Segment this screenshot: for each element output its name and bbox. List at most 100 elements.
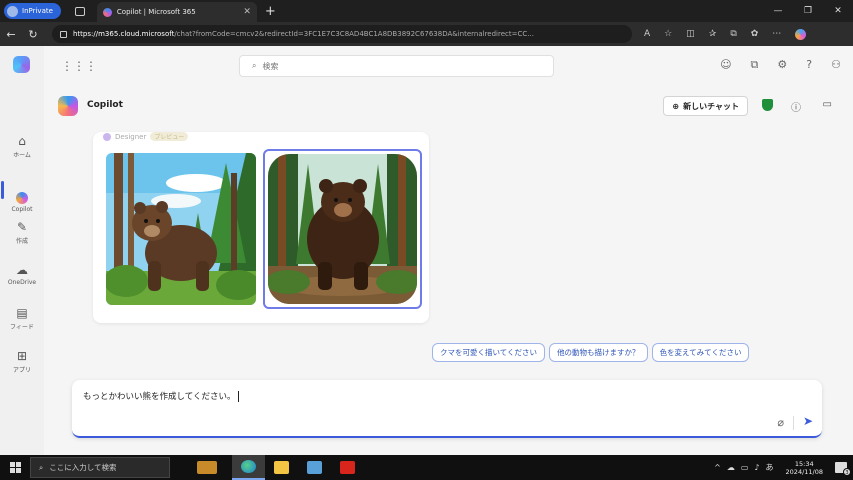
cloud-icon: ☁	[16, 263, 28, 277]
new-tab-button[interactable]: +	[265, 4, 276, 19]
rail-item-create[interactable]: ✎ 作成	[0, 220, 44, 245]
chat-header: Copilot ⊕ 新しいチャット ⓘ ▭	[44, 94, 853, 120]
volume-icon[interactable]: ♪	[754, 463, 759, 472]
left-rail: ⌂ ホーム ● Copilot ✎ 作成 ☁ OneDrive ▤ フィード ⊞…	[0, 46, 44, 455]
rail-item-home[interactable]: ⌂ ホーム	[0, 134, 44, 159]
panel-toggle-icon[interactable]: ▭	[823, 99, 832, 110]
rail-label-apps: アプリ	[12, 367, 31, 374]
rail-label-create: 作成	[15, 238, 28, 245]
image-response-card: Designer プレビュー	[93, 132, 429, 323]
new-chat-label: 新しいチャット	[683, 101, 739, 111]
favorites-icon[interactable]: ✰	[709, 29, 717, 40]
apps-grid-icon: ⊞	[16, 349, 28, 363]
search-box[interactable]: ⌕ 検索	[239, 55, 554, 77]
m365-logo-icon[interactable]	[13, 56, 30, 73]
address-bar-icons: A ☆ ◫ ✰ ⧉ ✿ ⋯	[644, 28, 807, 40]
chat-composer[interactable]: もっとかわいい熊を作成してください。 ⌀ ➤	[72, 380, 822, 438]
tab-close-icon[interactable]: ✕	[243, 7, 251, 17]
edge-copilot-icon[interactable]	[795, 28, 807, 40]
url-field[interactable]: https://m365.cloud.microsoft/chat?fromCo…	[52, 25, 632, 43]
settings-gear-icon[interactable]: ⚙	[777, 58, 787, 72]
back-arrow-icon[interactable]: ←	[0, 28, 22, 41]
composer-divider	[793, 416, 794, 430]
rail-item-copilot[interactable]: ● Copilot	[0, 177, 44, 213]
rail-item-onedrive[interactable]: ☁ OneDrive	[0, 263, 44, 286]
favorite-star-icon[interactable]: ☆	[664, 29, 672, 40]
tab-title: Copilot | Microsoft 365	[116, 8, 196, 16]
rail-label-onedrive: OneDrive	[7, 279, 37, 286]
address-bar-row: ← ↻ https://m365.cloud.microsoft/chat?fr…	[0, 22, 853, 46]
tab-actions-icon[interactable]	[74, 6, 85, 16]
suggestion-chip-cute-bear[interactable]: クマを可愛く描いてください	[432, 343, 546, 362]
close-window-button[interactable]: ✕	[823, 6, 853, 16]
app-launcher-icon[interactable]: ⋮⋮⋮	[61, 59, 97, 73]
send-icon[interactable]: ➤	[803, 414, 813, 428]
info-icon[interactable]: ⓘ	[791, 99, 801, 114]
network-icon[interactable]: ▭	[741, 463, 749, 472]
windows-taskbar: ⌕ ここに入力して検索 ^ ☁ ▭ ♪ あ 15:34 2024/11/08 3	[0, 455, 853, 480]
help-icon[interactable]: ?	[806, 58, 812, 72]
refresh-icon[interactable]: ↻	[22, 28, 44, 41]
taskbar-app-acrobat[interactable]	[331, 455, 364, 480]
taskbar-app-edge[interactable]	[232, 455, 265, 480]
url-path: /chat?fromCode=cmcv2&redirectId=3FC1E7C3…	[174, 30, 534, 38]
taskbar-app-files[interactable]	[298, 455, 331, 480]
add-chat-icon: ⊕	[672, 101, 680, 111]
start-button[interactable]	[0, 462, 30, 473]
protection-shield-icon[interactable]	[762, 99, 773, 111]
read-aloud-icon[interactable]: A	[644, 29, 650, 40]
collections-icon[interactable]: ⧉	[730, 29, 736, 40]
taskbar-apps	[182, 455, 364, 480]
taskbar-search[interactable]: ⌕ ここに入力して検索	[30, 457, 170, 478]
taskbar-clock[interactable]: 15:34 2024/11/08	[786, 460, 823, 476]
rail-label-feed: フィード	[10, 324, 34, 331]
generated-bear-image-2-selected[interactable]	[263, 149, 422, 309]
split-screen-icon[interactable]: ◫	[686, 29, 695, 40]
lock-icon	[60, 30, 67, 38]
attach-paperclip-icon[interactable]: ⌀	[777, 416, 784, 429]
system-tray: ^ ☁ ▭ ♪ あ 15:34 2024/11/08 3	[714, 455, 853, 480]
account-icon[interactable]: ⚇	[831, 58, 841, 72]
url-host: https://m365.cloud.microsoft	[73, 30, 175, 38]
browser-tab-copilot[interactable]: Copilot | Microsoft 365 ✕	[96, 2, 257, 22]
rail-label-copilot: Copilot	[11, 206, 33, 213]
share-icon[interactable]: ⧉	[751, 58, 759, 72]
designer-attribution: Designer プレビュー	[103, 132, 189, 141]
composer-input[interactable]: もっとかわいい熊を作成してください。	[83, 390, 239, 402]
bear-image-2-content	[268, 154, 417, 304]
new-chat-button[interactable]: ⊕ 新しいチャット	[663, 96, 748, 116]
suggestion-chip-other-animals[interactable]: 他の動物も描けますか？	[549, 343, 648, 362]
home-icon: ⌂	[18, 134, 26, 148]
feed-icon: ▤	[16, 306, 28, 320]
search-placeholder: 検索	[262, 61, 279, 71]
rail-item-feed[interactable]: ▤ フィード	[0, 306, 44, 331]
extensions-icon[interactable]: ✿	[751, 29, 759, 40]
copilot-icon: ●	[0, 177, 44, 204]
copilot-logo-icon	[58, 96, 78, 116]
m365-top-bar: ⋮⋮⋮ ⌕ 検索 ☺ ⧉ ⚙ ? ⚇	[44, 46, 853, 86]
ime-icon[interactable]: あ	[766, 462, 774, 473]
taskbar-app-explorer[interactable]	[265, 455, 298, 480]
minimize-button[interactable]: —	[763, 6, 793, 16]
inprivate-badge[interactable]: InPrivate	[4, 3, 61, 19]
inprivate-label: InPrivate	[22, 7, 53, 15]
designer-label: Designer	[115, 132, 147, 141]
taskbar-app-briefcase[interactable]	[182, 455, 232, 480]
generated-bear-image-1[interactable]	[106, 153, 256, 305]
rail-item-apps[interactable]: ⊞ アプリ	[0, 349, 44, 374]
copilot-favicon-icon	[102, 7, 112, 17]
clock-time: 15:34	[794, 459, 814, 468]
notification-center-icon[interactable]: 3	[835, 462, 851, 476]
pen-icon: ✎	[16, 220, 28, 234]
profile-avatar	[7, 5, 18, 17]
tray-overflow-icon[interactable]: ^	[714, 463, 721, 472]
settings-more-icon[interactable]: ⋯	[772, 29, 781, 40]
maximize-button[interactable]: ❐	[793, 6, 823, 16]
suggestion-chip-change-color[interactable]: 色を変えてみてください	[651, 343, 750, 362]
taskbar-search-icon: ⌕	[39, 462, 44, 472]
search-icon: ⌕	[252, 61, 257, 70]
rail-label-home: ホーム	[13, 152, 31, 159]
onedrive-tray-icon[interactable]: ☁	[727, 463, 735, 472]
notification-count-badge: 3	[843, 468, 851, 476]
feedback-icon[interactable]: ☺	[720, 58, 731, 72]
